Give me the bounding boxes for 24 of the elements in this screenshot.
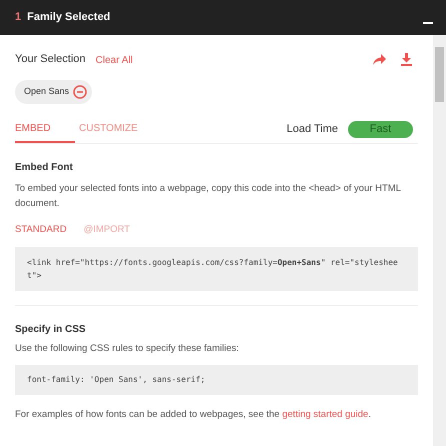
code-text: font-family: 'Open Sans', sans-serif; <box>27 374 206 386</box>
minimize-icon[interactable] <box>423 22 433 25</box>
tab[interactable]: EMBED <box>15 116 75 143</box>
mode-tab[interactable]: STANDARD <box>15 223 67 238</box>
footer-text: For examples of how fonts can be added to webpages, see the getting started guide. <box>15 408 372 422</box>
remove-icon[interactable] <box>73 85 88 99</box>
getting-started-link[interactable]: getting started guide <box>282 408 368 420</box>
family-count: 1 <box>15 10 22 26</box>
section-title: Your Selection <box>15 52 86 67</box>
header-title: Family Selected <box>27 10 110 26</box>
tab[interactable]: CUSTOMIZE <box>75 116 142 143</box>
scrollbar[interactable] <box>433 35 446 446</box>
code-text: <link href="https://fonts.googleapis.com/css?family=Open+Sans" rel="stylesheet"> <box>27 257 399 282</box>
description-text: Use the following CSS rules to specify these families: <box>15 342 240 356</box>
load-time-badge: Fast <box>348 121 413 138</box>
download-icon[interactable] <box>401 52 412 66</box>
description-text: To embed your selected fonts into a webpage, copy this code into the <head> of your HTML document. <box>15 182 402 211</box>
section-title: Embed Font <box>15 161 74 175</box>
section-title: Specify in CSS <box>15 323 87 338</box>
mode-tab[interactable]: @IMPORT <box>84 223 130 238</box>
load-time-label: Load Time <box>286 122 338 138</box>
clear-all-link[interactable]: Clear All <box>96 52 133 68</box>
share-icon[interactable] <box>373 54 386 64</box>
family-name: Open Sans <box>24 85 70 98</box>
